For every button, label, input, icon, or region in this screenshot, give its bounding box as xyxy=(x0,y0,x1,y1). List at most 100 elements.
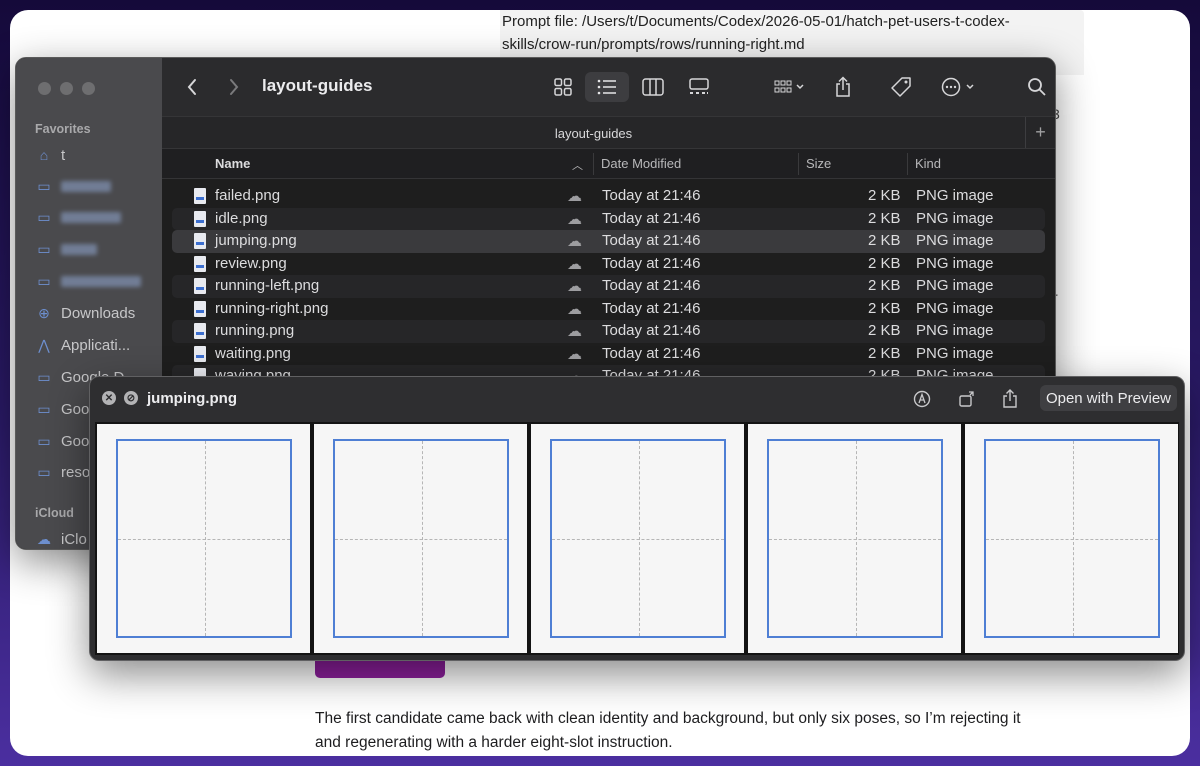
sidebar-item-blurred[interactable]: ▭ xyxy=(35,206,121,228)
file-kind: PNG image xyxy=(916,187,994,204)
file-name: running-right.png xyxy=(215,299,329,317)
quicklook-titlebar: ✕ ⊘ jumping.png Open with Preview xyxy=(90,377,1184,420)
table-row[interactable]: idle.png ☁ Today at 21:46 2 KB PNG image xyxy=(172,207,1045,230)
file-date: Today at 21:46 xyxy=(602,187,701,204)
gallery-view-button[interactable] xyxy=(684,72,714,102)
cloud-icon: ☁ xyxy=(567,300,582,318)
sidebar-item-applications[interactable]: ⋀ Applicati... xyxy=(35,334,130,356)
folder-icon: ▭ xyxy=(37,208,51,225)
columns-icon xyxy=(642,78,664,96)
zoom-window-button[interactable] xyxy=(82,82,95,95)
file-kind: PNG image xyxy=(916,299,994,317)
column-view-button[interactable] xyxy=(638,72,668,102)
file-date: Today at 21:46 xyxy=(602,232,701,249)
blurred-label xyxy=(61,243,97,255)
table-row[interactable]: waiting.png ☁ Today at 21:46 2 KB PNG im… xyxy=(172,343,1045,366)
back-button[interactable] xyxy=(180,72,204,102)
finder-toolbar: layout-guides xyxy=(162,58,1055,116)
fullscreen-icon[interactable]: ⊘ xyxy=(124,391,138,405)
image-preview xyxy=(95,422,1179,655)
list-icon xyxy=(597,79,616,95)
file-kind: PNG image xyxy=(916,254,994,272)
share-button[interactable] xyxy=(830,72,856,102)
list-view-button[interactable] xyxy=(585,72,629,102)
rotate-button[interactable] xyxy=(954,387,980,411)
column-kind[interactable]: Kind xyxy=(915,156,941,171)
folder-icon: ▭ xyxy=(37,400,51,417)
window-title: layout-guides xyxy=(262,76,373,95)
blurred-label xyxy=(61,275,141,287)
forward-button[interactable] xyxy=(222,72,246,102)
home-icon: ⌂ xyxy=(39,147,49,163)
file-date: Today at 21:46 xyxy=(602,344,701,362)
cloud-icon: ☁ xyxy=(37,530,51,547)
minimize-window-button[interactable] xyxy=(60,82,73,95)
new-tab-button[interactable]: + xyxy=(1025,117,1055,148)
sidebar-item-blurred[interactable]: ▭ xyxy=(35,238,97,260)
search-icon xyxy=(1028,78,1046,96)
markup-icon xyxy=(913,390,931,408)
column-divider[interactable] xyxy=(907,153,908,175)
column-name[interactable]: Name xyxy=(215,156,250,171)
column-date-modified[interactable]: Date Modified xyxy=(601,156,681,171)
sort-ascending-icon: ︿ xyxy=(572,160,583,172)
sidebar-item-folder[interactable]: ▭ reso xyxy=(35,461,90,483)
share-button[interactable] xyxy=(997,387,1023,411)
close-icon[interactable]: ✕ xyxy=(102,391,116,405)
pose-frame-3 xyxy=(531,424,744,653)
more-actions-button[interactable] xyxy=(938,72,984,102)
table-row[interactable]: running-right.png ☁ Today at 21:46 2 KB … xyxy=(172,298,1045,321)
folder-icon: ▭ xyxy=(37,272,51,289)
pose-frame-2 xyxy=(314,424,527,653)
open-with-preview-button[interactable]: Open with Preview xyxy=(1039,385,1177,411)
tag-button[interactable] xyxy=(888,72,914,102)
table-row[interactable]: running.png ☁ Today at 21:46 2 KB PNG im… xyxy=(172,320,1045,343)
sidebar-item-folder[interactable]: ▭ Goo xyxy=(35,398,89,420)
icon-view-button[interactable] xyxy=(548,72,578,102)
file-name: idle.png xyxy=(215,209,268,227)
cloud-icon: ☁ xyxy=(567,278,582,295)
sidebar-item-downloads[interactable]: ⊕ Downloads xyxy=(35,302,135,324)
cloud-icon: ☁ xyxy=(567,233,582,250)
sidebar-item-folder[interactable]: ▭ Goo xyxy=(35,430,89,452)
search-button[interactable] xyxy=(1024,72,1050,102)
sidebar-item-home[interactable]: ⌂ t xyxy=(35,144,65,166)
layout-guide-box xyxy=(984,439,1160,638)
column-divider[interactable] xyxy=(798,153,799,175)
column-size[interactable]: Size xyxy=(806,156,831,171)
sidebar-item-icloud-drive[interactable]: ☁ iClo xyxy=(35,528,87,549)
file-size: 2 KB xyxy=(868,299,901,317)
pose-frame-5 xyxy=(965,424,1178,653)
table-row-selected[interactable]: jumping.png ☁ Today at 21:46 2 KB PNG im… xyxy=(172,230,1045,253)
table-row[interactable]: review.png ☁ Today at 21:46 2 KB PNG ima… xyxy=(172,253,1045,276)
file-kind: PNG image xyxy=(916,322,994,339)
file-name: waiting.png xyxy=(215,344,291,362)
tab-layout-guides[interactable]: layout-guides xyxy=(162,126,1025,141)
file-size: 2 KB xyxy=(868,187,901,204)
sidebar-item-blurred[interactable]: ▭ xyxy=(35,175,111,197)
table-row[interactable]: failed.png ☁ Today at 21:46 2 KB PNG ima… xyxy=(172,185,1045,208)
file-date: Today at 21:46 xyxy=(602,209,701,227)
file-date: Today at 21:46 xyxy=(602,254,701,272)
column-divider[interactable] xyxy=(593,153,594,175)
share-icon xyxy=(836,76,850,97)
layout-guide-box xyxy=(550,439,726,638)
file-date: Today at 21:46 xyxy=(602,322,701,339)
file-kind: PNG image xyxy=(916,232,994,249)
file-list: failed.png ☁ Today at 21:46 2 KB PNG ima… xyxy=(172,185,1045,388)
png-file-icon xyxy=(194,278,206,294)
markup-button[interactable] xyxy=(909,387,935,411)
sidebar-item-label: Applicati... xyxy=(61,336,131,354)
file-kind: PNG image xyxy=(916,344,994,362)
chevron-right-icon xyxy=(230,79,239,95)
table-row[interactable]: running-left.png ☁ Today at 21:46 2 KB P… xyxy=(172,275,1045,298)
tab-bar: layout-guides + xyxy=(162,116,1055,149)
layout-guide-box xyxy=(333,439,509,638)
group-by-button[interactable] xyxy=(768,72,812,102)
close-window-button[interactable] xyxy=(38,82,51,95)
blurred-label xyxy=(61,211,121,223)
sidebar-item-blurred[interactable]: ▭ xyxy=(35,270,141,292)
prompt-line-2: skills/crow-run/prompts/rows/running-rig… xyxy=(502,36,805,53)
cloud-icon: ☁ xyxy=(567,210,582,228)
folder-icon: ▭ xyxy=(37,432,51,449)
